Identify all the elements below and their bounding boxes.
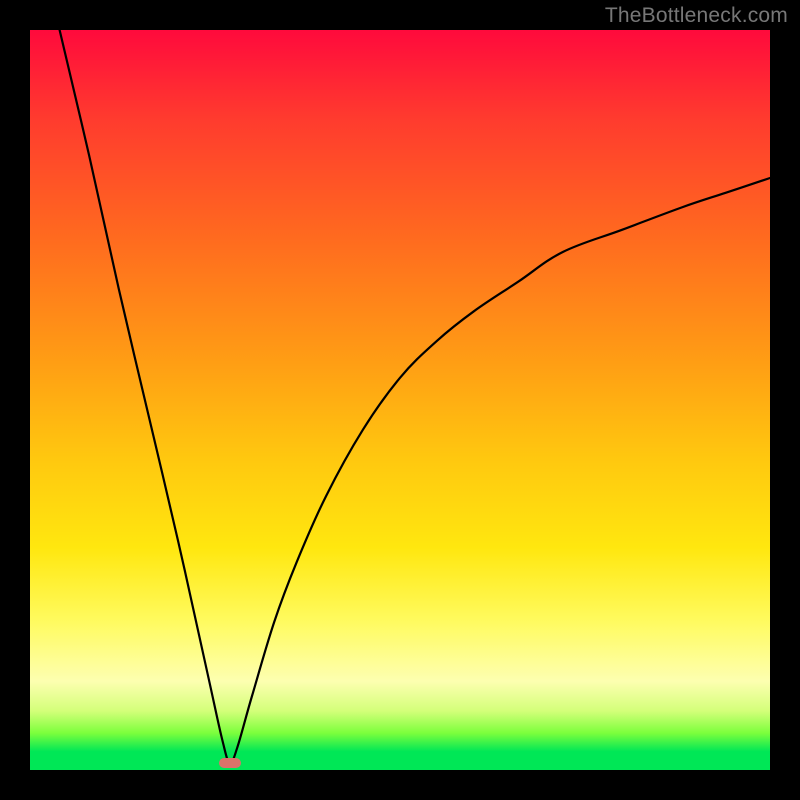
chart-frame: TheBottleneck.com bbox=[0, 0, 800, 800]
bottleneck-curve-path bbox=[60, 30, 770, 763]
watermark-text: TheBottleneck.com bbox=[605, 4, 788, 28]
optimal-point-marker bbox=[219, 758, 241, 768]
curve-layer bbox=[30, 30, 770, 770]
plot-area bbox=[30, 30, 770, 770]
